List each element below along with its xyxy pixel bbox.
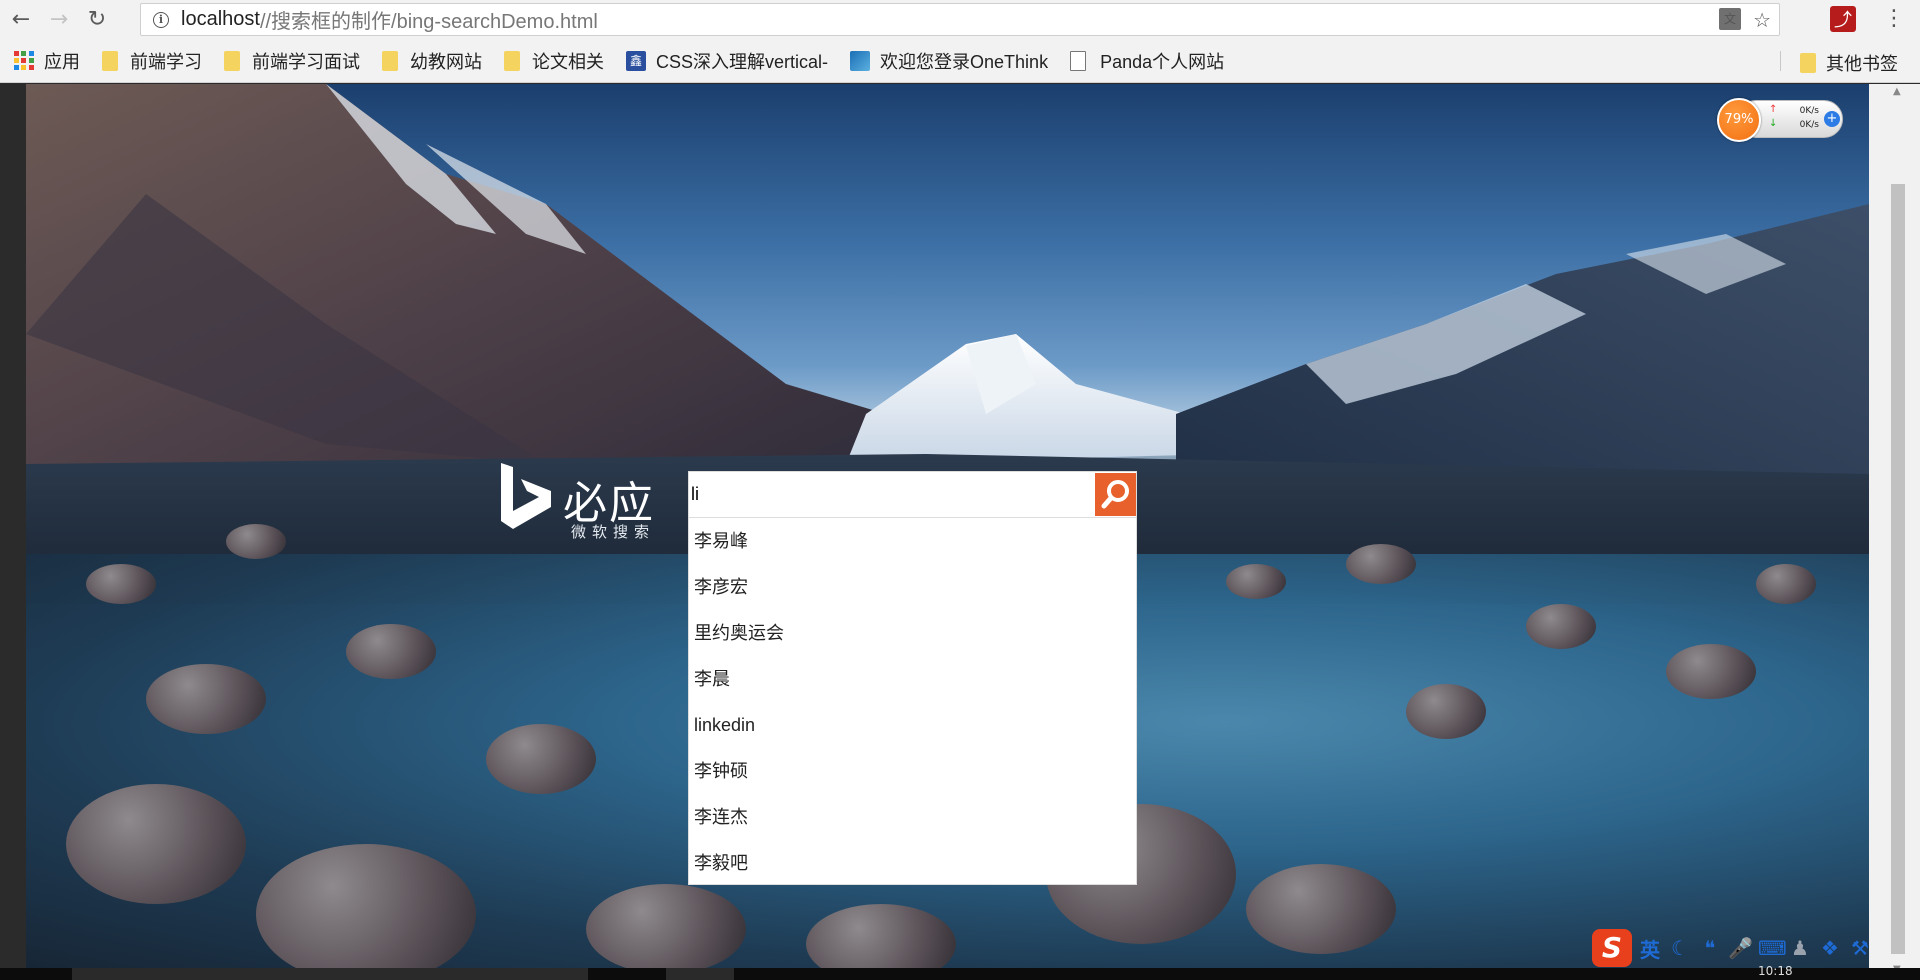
folder-icon <box>1800 53 1816 73</box>
bookmark-label: 欢迎您登录OneThink <box>880 51 1049 72</box>
network-speed-widget[interactable]: ↑ ↓ 0K/s 0K/s + 79% <box>1717 98 1845 142</box>
site-favicon-icon: 鑫 <box>626 50 646 71</box>
bookmarks-bar: 应用 前端学习 前端学习面试 幼教网站 论文相关 鑫 CSS深入理解vertic… <box>0 39 1920 83</box>
suggestion-item[interactable]: 李彦宏 <box>689 564 1136 610</box>
bing-logo[interactable]: 必应 微软搜索 <box>497 461 667 541</box>
memory-usage-ring[interactable]: 79% <box>1717 98 1761 142</box>
bing-brand-subtitle: 微软搜索 <box>571 523 656 541</box>
search-input[interactable] <box>689 472 1093 517</box>
folder-icon <box>382 50 398 71</box>
page-viewport: 必应 微软搜索 李易峰 李彦宏 里约奥运会 李晨 linkedin 李钟硕 李连… <box>0 84 1920 980</box>
bookmark-folder-frontend-interview[interactable]: 前端学习面试 <box>224 48 360 74</box>
download-speed: 0K/s <box>1799 120 1819 130</box>
bookmarks-divider <box>1780 51 1781 71</box>
url-host: localhost <box>181 8 260 30</box>
taskbar-clock: 10:18 <box>1758 964 1793 978</box>
forward-button[interactable]: → <box>42 3 76 37</box>
bookmark-folder-frontend[interactable]: 前端学习 <box>102 48 202 74</box>
microphone-icon[interactable]: 🎤 <box>1728 936 1753 960</box>
taskbar-item[interactable] <box>72 968 588 980</box>
reload-button[interactable]: ↻ <box>80 3 114 37</box>
address-bar[interactable]: i localhost //搜索框的制作/bing-searchDemo.htm… <box>140 3 1780 36</box>
search-suggestions: 李易峰 李彦宏 里约奥运会 李晨 linkedin 李钟硕 李连杰 李毅吧 <box>688 518 1137 885</box>
suggestion-item[interactable]: 李毅吧 <box>689 840 1136 886</box>
back-button[interactable]: ← <box>4 3 38 37</box>
folder-icon <box>102 50 118 71</box>
suggestion-item[interactable]: 李钟硕 <box>689 748 1136 794</box>
search-icon <box>1101 480 1129 509</box>
translate-icon[interactable]: 文 <box>1719 8 1742 30</box>
bookmark-onethink[interactable]: 欢迎您登录OneThink <box>850 48 1048 74</box>
bookmark-folder-papers[interactable]: 论文相关 <box>504 48 604 74</box>
scrollbar-thumb[interactable] <box>1891 184 1905 954</box>
skin-shirt-icon[interactable]: ❖ <box>1818 936 1842 960</box>
scroll-up-icon[interactable]: ▲ <box>1893 86 1901 97</box>
search-form <box>688 471 1137 518</box>
keyboard-icon[interactable]: ⌨ <box>1758 936 1787 960</box>
settings-wrench-icon[interactable]: ⚒ <box>1848 936 1872 960</box>
bookmark-label: CSS深入理解vertical- <box>656 51 829 72</box>
bookmark-label: 论文相关 <box>532 51 604 72</box>
ime-language-toggle[interactable]: 英 <box>1638 934 1662 963</box>
suggestion-item[interactable]: 李易峰 <box>689 518 1136 564</box>
bookmark-panda[interactable]: Panda个人网站 <box>1070 48 1224 74</box>
apps-grid-icon <box>14 50 34 71</box>
browser-toolbar: ← → ↻ i localhost //搜索框的制作/bing-searchDe… <box>0 0 1920 39</box>
bing-b-icon <box>501 463 551 529</box>
ime-toolbar: S 英 ☾ ❝ 🎤 ⌨ ♟ ❖ ⚒ <box>1592 928 1900 968</box>
sogou-logo-icon[interactable]: S <box>1592 929 1632 967</box>
bookmark-star-icon[interactable]: ☆ <box>1753 8 1771 32</box>
suggestion-item[interactable]: 李连杰 <box>689 794 1136 840</box>
upload-speed: 0K/s <box>1799 106 1819 116</box>
taskbar-item[interactable] <box>666 968 734 980</box>
os-taskbar: 10:18 <box>0 964 1920 980</box>
pdf-extension-icon[interactable]: ⤴ <box>1830 6 1856 32</box>
user-icon[interactable]: ♟ <box>1788 936 1812 960</box>
folder-icon <box>504 50 520 71</box>
suggestion-item[interactable]: 李晨 <box>689 656 1136 702</box>
moon-icon[interactable]: ☾ <box>1668 936 1692 960</box>
bookmark-label: 前端学习面试 <box>252 51 360 72</box>
bookmark-label: 应用 <box>44 51 80 72</box>
bookmark-label: Panda个人网站 <box>1100 51 1225 72</box>
bookmark-label: 前端学习 <box>130 51 202 72</box>
bookmark-css-vertical[interactable]: 鑫 CSS深入理解vertical- <box>626 48 828 74</box>
suggestion-item[interactable]: linkedin <box>689 702 1136 748</box>
bookmark-apps[interactable]: 应用 <box>14 48 80 74</box>
info-icon[interactable]: i <box>153 11 169 28</box>
browser-menu-icon[interactable]: ⋮ <box>1883 5 1905 33</box>
search-button[interactable] <box>1095 473 1136 516</box>
suggestion-item[interactable]: 里约奥运会 <box>689 610 1136 656</box>
punctuation-icon[interactable]: ❝ <box>1698 936 1722 960</box>
folder-icon <box>224 50 240 71</box>
speed-boost-icon[interactable]: + <box>1824 111 1840 127</box>
url-path: //搜索框的制作/bing-searchDemo.html <box>259 11 598 33</box>
onethink-favicon-icon <box>850 50 871 71</box>
page-icon <box>1070 50 1087 71</box>
other-bookmarks[interactable]: 其他书签 <box>1800 50 1898 76</box>
bookmark-folder-preschool[interactable]: 幼教网站 <box>382 48 482 74</box>
other-bookmarks-label: 其他书签 <box>1826 54 1898 74</box>
bookmark-label: 幼教网站 <box>410 51 482 72</box>
page-scrollbar[interactable]: ▲ ▼ <box>1869 84 1920 980</box>
